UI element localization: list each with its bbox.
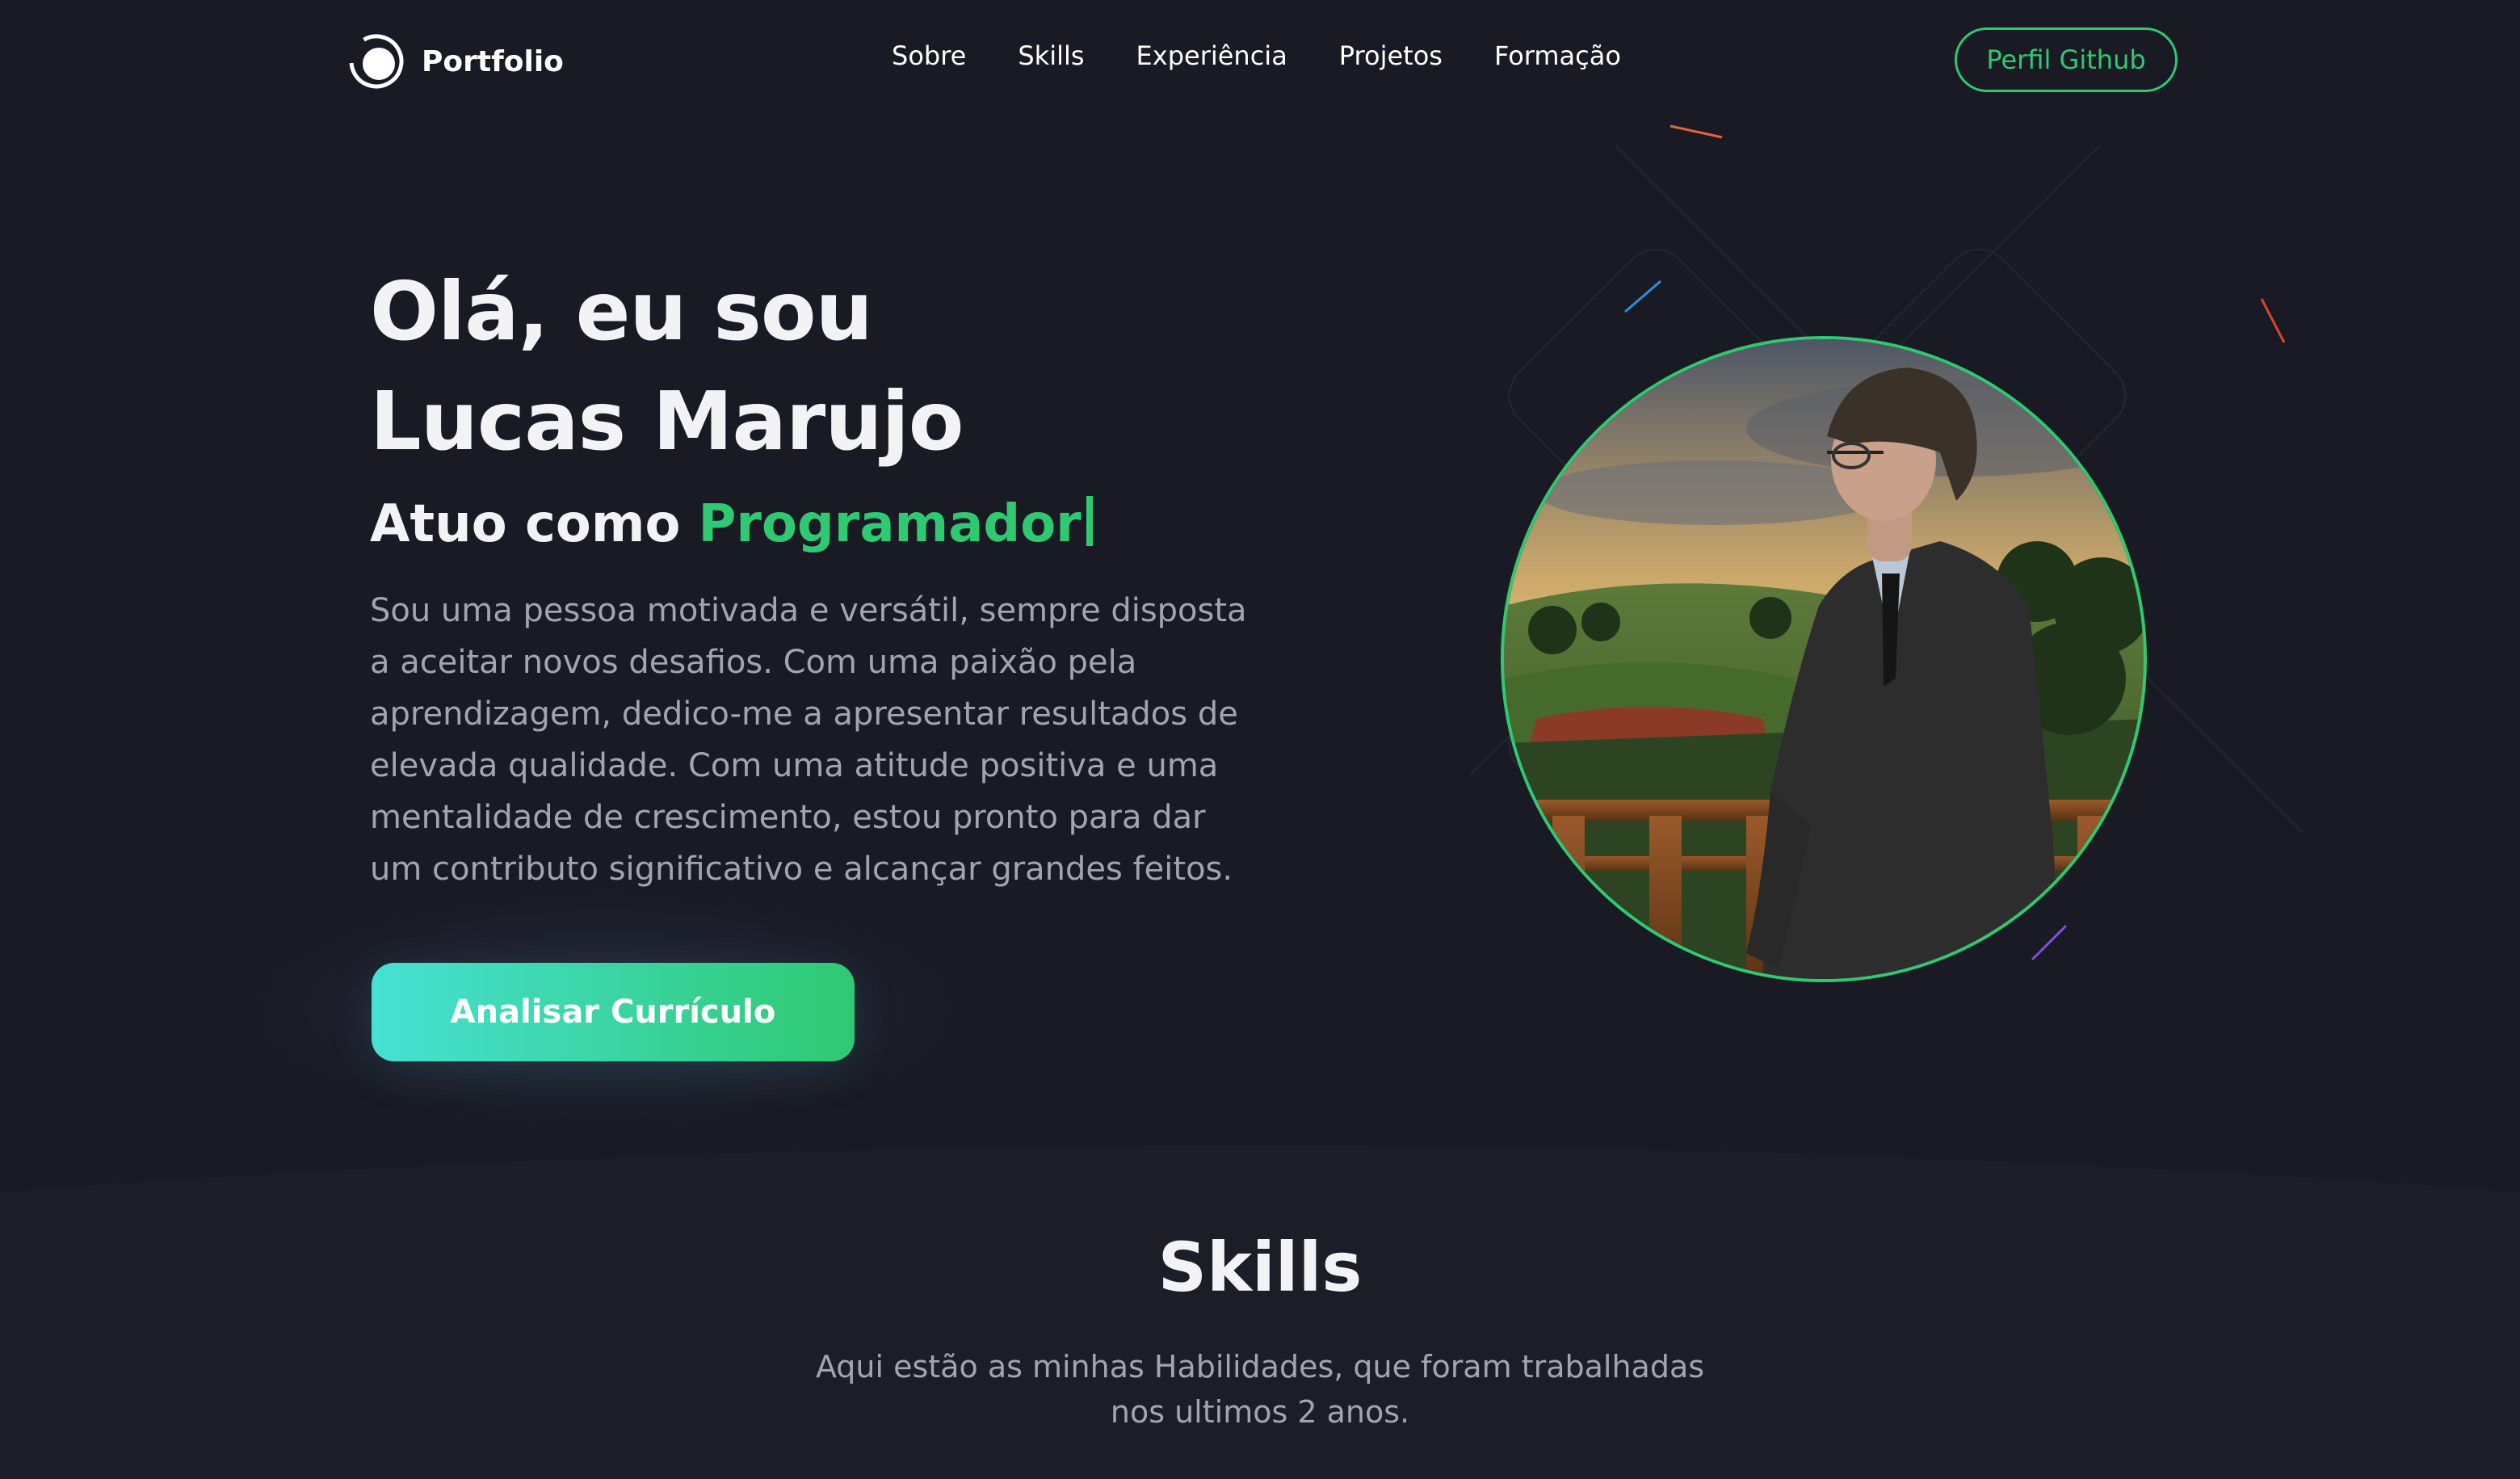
hero-heading-line-2: Lucas Marujo bbox=[370, 374, 964, 468]
nav-link-projetos[interactable]: Projetos bbox=[1339, 40, 1443, 71]
hero-heading-line-1: Olá, eu sou bbox=[370, 264, 873, 359]
skills-heading: Skills bbox=[1157, 1228, 1363, 1307]
ring-logo-icon bbox=[349, 34, 404, 89]
main-menu: Sobre Skills Experiência Projetos Formaç… bbox=[892, 40, 1621, 71]
particle-purple bbox=[2031, 924, 2068, 961]
nav-link-experiencia[interactable]: Experiência bbox=[1136, 40, 1287, 71]
hero-bio: Sou uma pessoa motivada e versátil, semp… bbox=[370, 592, 1247, 888]
hero-heading: Olá, eu sou Lucas Marujo bbox=[370, 257, 964, 477]
nav-link-formacao[interactable]: Formação bbox=[1494, 40, 1621, 71]
brand-logo[interactable]: Portfolio bbox=[349, 34, 564, 89]
profile-photo bbox=[1501, 336, 2147, 982]
role-line: Atuo como Programador bbox=[370, 494, 1093, 554]
role-prefix: Atuo como bbox=[370, 494, 681, 554]
particle-red bbox=[2260, 298, 2286, 343]
nav-link-skills[interactable]: Skills bbox=[1018, 40, 1084, 71]
brand-name: Portfolio bbox=[422, 44, 564, 78]
particle-orange bbox=[1670, 124, 1723, 139]
analyze-resume-button[interactable]: Analisar Currículo bbox=[372, 963, 855, 1061]
role-typed-value: Programador bbox=[698, 494, 1082, 554]
skills-subtitle: Aqui estão as minhas Habilidades, que fo… bbox=[815, 1349, 1705, 1430]
top-navbar: Portfolio Sobre Skills Experiência Proje… bbox=[0, 0, 2520, 121]
nav-link-sobre[interactable]: Sobre bbox=[892, 40, 966, 71]
github-profile-button[interactable]: Perfil Github bbox=[1955, 27, 2178, 92]
typing-caret bbox=[1086, 496, 1093, 546]
particle-blue bbox=[1624, 279, 1661, 313]
